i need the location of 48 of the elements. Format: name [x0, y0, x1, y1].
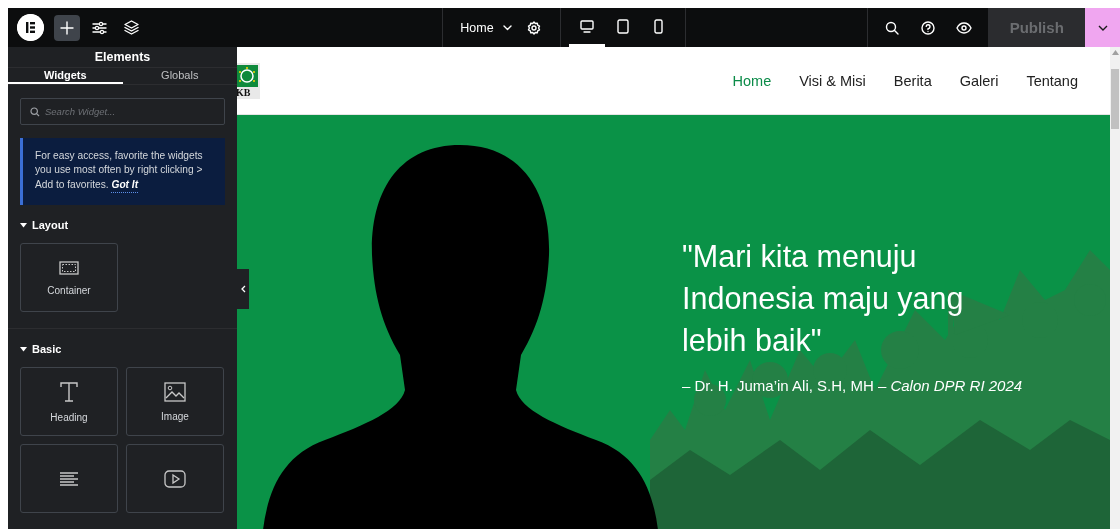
- page-selector[interactable]: Home: [460, 20, 512, 35]
- gear-icon: [526, 20, 541, 35]
- panel-tab[interactable]: Globals: [122, 67, 237, 84]
- desktop-icon: [579, 19, 594, 33]
- search-icon: [885, 20, 900, 35]
- widget-tile[interactable]: [20, 444, 118, 513]
- party-logo[interactable]: KB: [237, 62, 260, 99]
- widget-tile[interactable]: Heading: [20, 367, 118, 436]
- container-icon: [59, 259, 79, 276]
- plus-icon: [60, 20, 74, 35]
- panel-title: Elements: [8, 47, 237, 68]
- search-field[interactable]: Search Widget...: [20, 97, 225, 125]
- heading-icon: [59, 380, 79, 403]
- eye-icon: [956, 21, 973, 34]
- layers-icon: [123, 20, 139, 35]
- collapse-panel-button[interactable]: [237, 269, 249, 309]
- image-icon: [164, 381, 186, 402]
- chevron-left-icon: [240, 285, 246, 293]
- widget-tile[interactable]: [126, 444, 224, 513]
- panel-tab[interactable]: Widgets: [8, 67, 123, 84]
- widget-tile[interactable]: Image: [126, 367, 224, 436]
- nav-link[interactable]: Tentang: [1012, 72, 1092, 89]
- caret-icon: [20, 222, 27, 228]
- scroll-up-arrow-icon: [1111, 50, 1119, 55]
- tablet-icon: [616, 18, 629, 34]
- category-header[interactable]: Layout: [20, 219, 69, 231]
- search-icon: [30, 106, 40, 117]
- video-icon: [164, 469, 186, 488]
- nav-link[interactable]: Berita: [879, 72, 946, 89]
- chevron-down-icon: [1097, 24, 1108, 31]
- scrollbar-thumb[interactable]: [1111, 69, 1119, 129]
- category-header[interactable]: Basic: [20, 343, 62, 355]
- paragraph-icon: [59, 470, 79, 487]
- chevron-down-icon: [502, 24, 512, 31]
- nav-link[interactable]: Visi & Misi: [785, 72, 880, 89]
- caret-icon: [20, 346, 27, 352]
- widget-tile[interactable]: Container: [20, 243, 118, 312]
- nav-link[interactable]: Home: [718, 72, 786, 89]
- tip-text: For easy access, favorite the widgets you use most often by right clicking > Add to favorites. Got It: [35, 149, 203, 190]
- help-icon: [921, 20, 936, 35]
- quote-attribution: – Dr. H. Juma’in Ali, S.H, MH – Calon DPR RI 2024: [682, 377, 1024, 394]
- hero-quote: "Mari kita menuju Indonesia maju yang lebih baik": [682, 238, 965, 359]
- toolbar-button[interactable]: [54, 14, 80, 41]
- nav-link[interactable]: Galeri: [945, 72, 1013, 89]
- phone-icon: [654, 18, 664, 34]
- got-it-link[interactable]: Got It: [111, 178, 139, 190]
- sliders-icon: [91, 20, 107, 35]
- emblem-icon: [237, 64, 258, 87]
